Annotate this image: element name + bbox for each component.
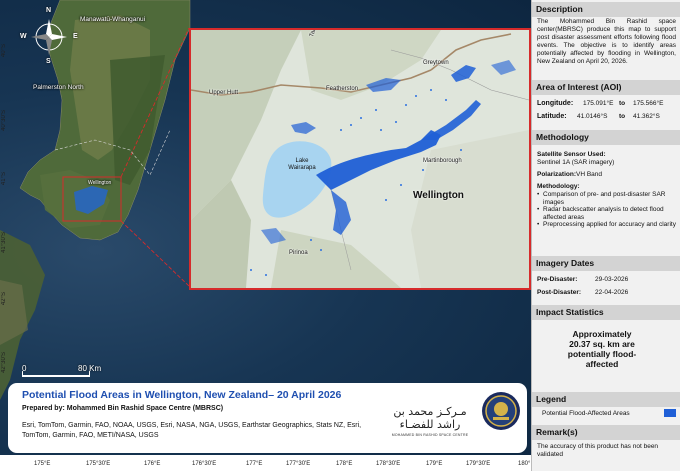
legend-swatch <box>664 409 676 417</box>
list-item: Radar backscatter analysis to detect flo… <box>537 206 676 221</box>
list-item: Comparison of pre- and post-disaster SAR… <box>537 191 676 206</box>
method-label: Methodology: <box>537 183 580 190</box>
lon-label: 175°30'E <box>86 461 111 467</box>
remarks-heading: Remark(s) <box>532 425 680 440</box>
aoi-heading: Area of Interest (AOI) <box>532 80 680 95</box>
north-arrow-icon: N S W E <box>20 7 78 65</box>
scale-bar: 0 80 Km <box>22 364 102 385</box>
lon-label: 180° <box>518 461 531 467</box>
methodology-heading: Methodology <box>532 130 680 145</box>
scale-start: 0 <box>22 364 27 373</box>
to-label: to <box>619 113 626 120</box>
mbrsc-logo: مـركـز محمد بن راشد للفضـاء MOHAMMED BIN… <box>381 405 479 437</box>
sensor-label: Satellite Sensor Used: <box>537 151 606 158</box>
lat-label: 42°S <box>1 292 7 306</box>
legend-label: Potential Flood-Affected Areas <box>542 410 630 417</box>
lat-label: 41°S <box>1 172 7 186</box>
place-label: Pirinoa <box>289 250 308 256</box>
map-credits: Esri, TomTom, Garmin, FAO, NOAA, USGS, E… <box>22 422 362 439</box>
lat-label: 40°S <box>1 44 7 58</box>
longitude-axis <box>0 455 531 471</box>
imagery-dates-body: Pre-Disaster: 29-03-2026 Post-Disaster: … <box>537 276 676 300</box>
impact-text: Approximately 20.37 sq. km are potential… <box>567 329 637 369</box>
lon-label: 176°E <box>144 461 161 467</box>
logo-english: MOHAMMED BIN RASHID SPACE CENTRE <box>391 433 469 437</box>
scale-end: 80 Km <box>78 364 102 373</box>
latitude-from: 41.0146°S <box>577 113 608 120</box>
latitude-label: Latitude: <box>537 113 567 120</box>
compass-w: W <box>20 33 27 40</box>
post-disaster-date: 22-04-2026 <box>595 289 629 296</box>
lat-label: 40°30'S <box>1 110 7 131</box>
legend-item: Potential Flood-Affected Areas <box>537 409 676 421</box>
seal-logo-icon <box>481 391 521 431</box>
to-label: to <box>619 100 626 107</box>
pre-disaster-date: 29-03-2026 <box>595 276 629 283</box>
lon-label: 178°E <box>336 461 353 467</box>
latitude-to: 41.362°S <box>633 113 660 120</box>
longitude-from: 175.091°E <box>583 100 614 107</box>
place-label: Upper Hutt <box>209 90 239 96</box>
aoi-body: Longitude: 175.091°E to 175.566°E Latitu… <box>537 98 676 124</box>
description-text: The Mohammed Bin Rashid space center(MBR… <box>537 18 676 65</box>
info-panel: Description The Mohammed Bin Rashid spac… <box>531 0 680 471</box>
prepared-by: Prepared by: Mohammed Bin Rashid Space C… <box>22 405 224 412</box>
sensor-value: Sentinel 1A (SAR imagery) <box>537 159 615 166</box>
place-label: Martinborough <box>423 158 462 164</box>
place-label: Featherston <box>326 86 359 92</box>
lon-label: 177°E <box>246 461 263 467</box>
polarization-label: Polarization: <box>537 171 577 178</box>
impact-heading: Impact Statistics <box>532 305 680 320</box>
longitude-to: 175.566°E <box>633 100 664 107</box>
lon-label: 176°30'E <box>192 461 217 467</box>
place-label: Manawatū-Whanganui <box>80 16 146 23</box>
lon-label: 178°30'E <box>376 461 401 467</box>
compass-n: N <box>46 7 52 14</box>
imagery-dates-heading: Imagery Dates <box>532 256 680 271</box>
inset-map: Greytown Upper Hutt Featherston Lake Wai… <box>189 28 531 290</box>
lon-label: 175°E <box>34 461 51 467</box>
map-title: Potential Flood Areas in Wellington, New… <box>22 389 342 401</box>
list-item: Preprocessing applied for accuracy and c… <box>537 221 676 229</box>
lon-label: 177°30'E <box>286 461 311 467</box>
remarks-text: The accuracy of this product has not bee… <box>537 443 659 458</box>
lat-label: 42°30'S <box>1 352 7 373</box>
post-disaster-label: Post-Disaster: <box>537 289 582 296</box>
method-steps: Comparison of pre- and post-disaster SAR… <box>537 191 676 229</box>
compass-e: E <box>73 33 78 40</box>
lon-label: 179°30'E <box>466 461 491 467</box>
lat-label: 41°30'S <box>1 232 7 253</box>
satellite-map: N S W E Manawatū-Whanganui Palmerston No… <box>0 0 531 455</box>
legend-heading: Legend <box>532 392 680 407</box>
methodology-body: Satellite Sensor Used: Sentinel 1A (SAR … <box>537 151 676 229</box>
place-label: Lake Wairarapa <box>288 158 316 171</box>
region-label: Wellington <box>413 190 464 201</box>
description-heading: Description <box>532 2 680 17</box>
title-box: Potential Flood Areas in Wellington, New… <box>8 383 527 453</box>
longitude-label: Longitude: <box>537 100 574 107</box>
compass-s: S <box>46 58 51 65</box>
place-label: Greytown <box>423 60 449 66</box>
lon-label: 179°E <box>426 461 443 467</box>
place-label: Palmerston North <box>33 84 84 91</box>
pre-disaster-label: Pre-Disaster: <box>537 276 578 283</box>
place-label: Wellington <box>88 180 112 186</box>
logo-arabic: مـركـز محمد بن راشد للفضـاء <box>393 405 467 431</box>
polarization-value: VH Band <box>576 171 603 178</box>
